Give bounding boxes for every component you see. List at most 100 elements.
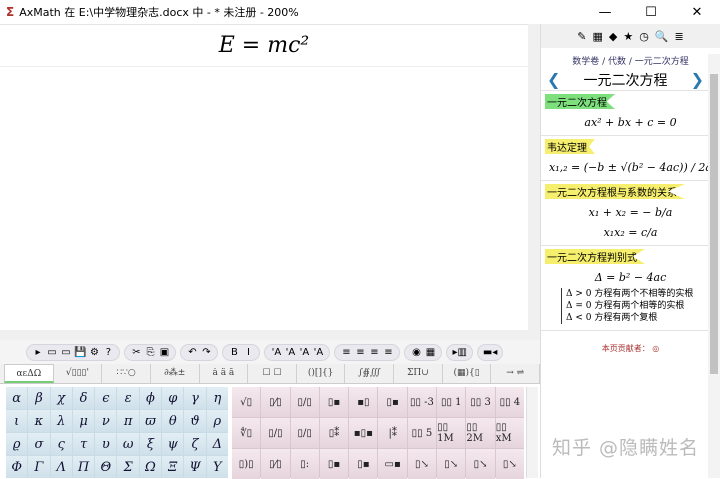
editor-vertical-scrollbar[interactable] — [528, 24, 540, 330]
template-button[interactable]: ▯/▯ — [290, 387, 319, 417]
greek-symbol-button[interactable]: ε — [117, 387, 139, 409]
greek-symbol-button[interactable]: ϵ — [95, 387, 117, 409]
template-button[interactable]: ▪▯ — [349, 387, 378, 417]
close-button[interactable]: ✕ — [674, 0, 720, 24]
template-button[interactable]: √▯ — [232, 387, 261, 417]
toolbar-button[interactable]: ▭ — [60, 347, 72, 358]
formula[interactable]: x₁ + x₂ = − b/a — [545, 206, 716, 219]
template-button[interactable]: ▯/▯ — [261, 418, 290, 448]
template-button[interactable]: ▪▯▪ — [349, 418, 378, 448]
greek-symbol-button[interactable]: Ω — [139, 456, 162, 478]
formula[interactable]: Δ = b² − 4ac — [545, 271, 716, 284]
toolbar-button[interactable]: ↶ — [186, 347, 198, 358]
panel-tool-button[interactable]: 🔍 — [655, 30, 669, 43]
toolbar-button[interactable]: ▸▥ — [452, 347, 466, 358]
template-button[interactable]: ▯)▯ — [232, 449, 261, 479]
panel-tool-button[interactable]: ✎ — [577, 30, 586, 43]
template-button[interactable]: ▯▯ xM — [495, 418, 524, 448]
symbol-tab[interactable]: ∂⁂± — [151, 364, 200, 383]
toolbar-button[interactable]: ▦ — [424, 347, 436, 358]
symbol-tab[interactable]: ∷∵○ — [102, 364, 151, 383]
greek-symbol-button[interactable]: α — [6, 387, 28, 409]
symbol-tab[interactable]: ΣΠ∪ — [394, 364, 443, 383]
minimize-button[interactable]: — — [582, 0, 628, 24]
template-button[interactable]: ∜▯ — [232, 418, 261, 448]
greek-symbol-button[interactable]: δ — [72, 387, 95, 409]
toolbar-button[interactable]: 'A — [312, 347, 324, 358]
template-button[interactable]: ▯▯ 1 — [437, 387, 466, 417]
symbol-tab[interactable]: ()[]{} — [297, 364, 346, 383]
greek-symbol-button[interactable]: Φ — [6, 456, 28, 478]
panel-tool-button[interactable]: ▦ — [592, 30, 602, 43]
toolbar-button[interactable]: ▬◂ — [483, 347, 497, 358]
toolbar-button[interactable]: ⎘ — [144, 347, 156, 358]
formula[interactable]: x₁x₂ = c/a — [545, 226, 716, 239]
template-button[interactable]: ▯↘ — [466, 449, 495, 479]
toolbar-button[interactable]: ▸ — [32, 347, 44, 358]
greek-symbol-button[interactable]: γ — [184, 387, 206, 409]
panel-tool-button[interactable]: ◆ — [609, 30, 617, 43]
template-button[interactable]: ▯⁄▯ — [261, 387, 290, 417]
template-button[interactable]: ▯▯ 3 — [466, 387, 495, 417]
next-page-button[interactable]: ❯ — [691, 70, 704, 89]
symbol-tab[interactable]: ∫∯∭ — [345, 364, 395, 383]
template-button[interactable]: ▯: — [290, 449, 319, 479]
template-button[interactable]: ▯⁑ — [319, 418, 349, 448]
greek-symbol-button[interactable]: τ — [72, 433, 95, 455]
greek-symbol-button[interactable]: μ — [72, 410, 95, 432]
panel-tool-button[interactable]: ≣ — [675, 30, 684, 43]
greek-symbol-button[interactable]: ϑ — [184, 410, 206, 432]
greek-symbol-button[interactable]: Ξ — [162, 456, 184, 478]
symbol-tab[interactable]: (▦){▯ — [443, 364, 492, 383]
greek-symbol-button[interactable]: ϖ — [139, 410, 162, 432]
template-button[interactable]: ▯▯ 4 — [495, 387, 524, 417]
breadcrumb[interactable]: 数学卷 / 代数 / 一元二次方程 — [541, 54, 720, 67]
toolbar-button[interactable]: ≡ — [368, 347, 380, 358]
toolbar-button[interactable]: ≡ — [382, 347, 394, 358]
toolbar-button[interactable]: ◉ — [410, 347, 422, 358]
greek-symbol-button[interactable]: Ψ — [184, 456, 206, 478]
toolbar-button[interactable]: ▣ — [158, 347, 170, 358]
template-button[interactable]: ▯▯ -3 — [407, 387, 437, 417]
greek-symbol-button[interactable]: β — [28, 387, 50, 409]
toolbar-button[interactable]: 'A — [298, 347, 310, 358]
greek-symbol-button[interactable]: ς — [50, 433, 72, 455]
template-button[interactable]: ▯▪ — [349, 449, 378, 479]
greek-symbol-button[interactable]: Λ — [50, 456, 72, 478]
template-button[interactable]: ▯▪ — [319, 387, 349, 417]
greek-symbol-button[interactable]: φ — [162, 387, 184, 409]
toolbar-button[interactable]: 'A — [270, 347, 282, 358]
template-button[interactable]: ▯▯ 5 — [407, 418, 437, 448]
symbol-tab[interactable]: αεΔΩ — [4, 364, 54, 383]
toolbar-button[interactable]: ≡ — [340, 347, 352, 358]
toolbar-button[interactable]: I — [242, 347, 254, 358]
prev-page-button[interactable]: ❮ — [547, 70, 560, 89]
greek-symbol-button[interactable]: η — [206, 387, 228, 409]
greek-symbol-button[interactable]: ϱ — [6, 433, 28, 455]
greek-symbol-button[interactable]: λ — [50, 410, 72, 432]
greek-symbol-button[interactable]: Δ — [206, 433, 228, 455]
template-button[interactable]: |⁑ — [378, 418, 407, 448]
greek-symbol-button[interactable]: ψ — [162, 433, 184, 455]
greek-symbol-button[interactable]: υ — [95, 433, 117, 455]
greek-symbol-button[interactable]: π — [117, 410, 139, 432]
toolbar-button[interactable]: ✂ — [130, 347, 142, 358]
maximize-button[interactable]: ☐ — [628, 0, 674, 24]
symbol-tab[interactable]: ☐ ☐ — [248, 364, 297, 383]
toolbar-button[interactable]: 'A — [284, 347, 296, 358]
template-button[interactable]: ▯▯ 2M — [466, 418, 495, 448]
greek-symbol-button[interactable]: ω — [117, 433, 139, 455]
greek-symbol-button[interactable]: ι — [6, 410, 28, 432]
template-button[interactable]: ▭▪ — [378, 449, 407, 479]
greek-symbol-button[interactable]: ξ — [139, 433, 162, 455]
greek-symbol-button[interactable]: θ — [162, 410, 184, 432]
panel-scrollbar[interactable] — [708, 54, 720, 478]
template-button[interactable]: ▯/▯ — [290, 418, 319, 448]
greek-symbol-button[interactable]: ζ — [184, 433, 206, 455]
template-button[interactable]: ▯↘ — [437, 449, 466, 479]
formula-editor[interactable]: E = mc² — [0, 24, 528, 330]
editor-horizontal-scrollbar[interactable] — [0, 330, 540, 340]
toolbar-button[interactable]: ≡ — [354, 347, 366, 358]
scrollbar-thumb[interactable] — [710, 74, 718, 374]
greek-symbol-button[interactable]: ϕ — [139, 387, 162, 409]
